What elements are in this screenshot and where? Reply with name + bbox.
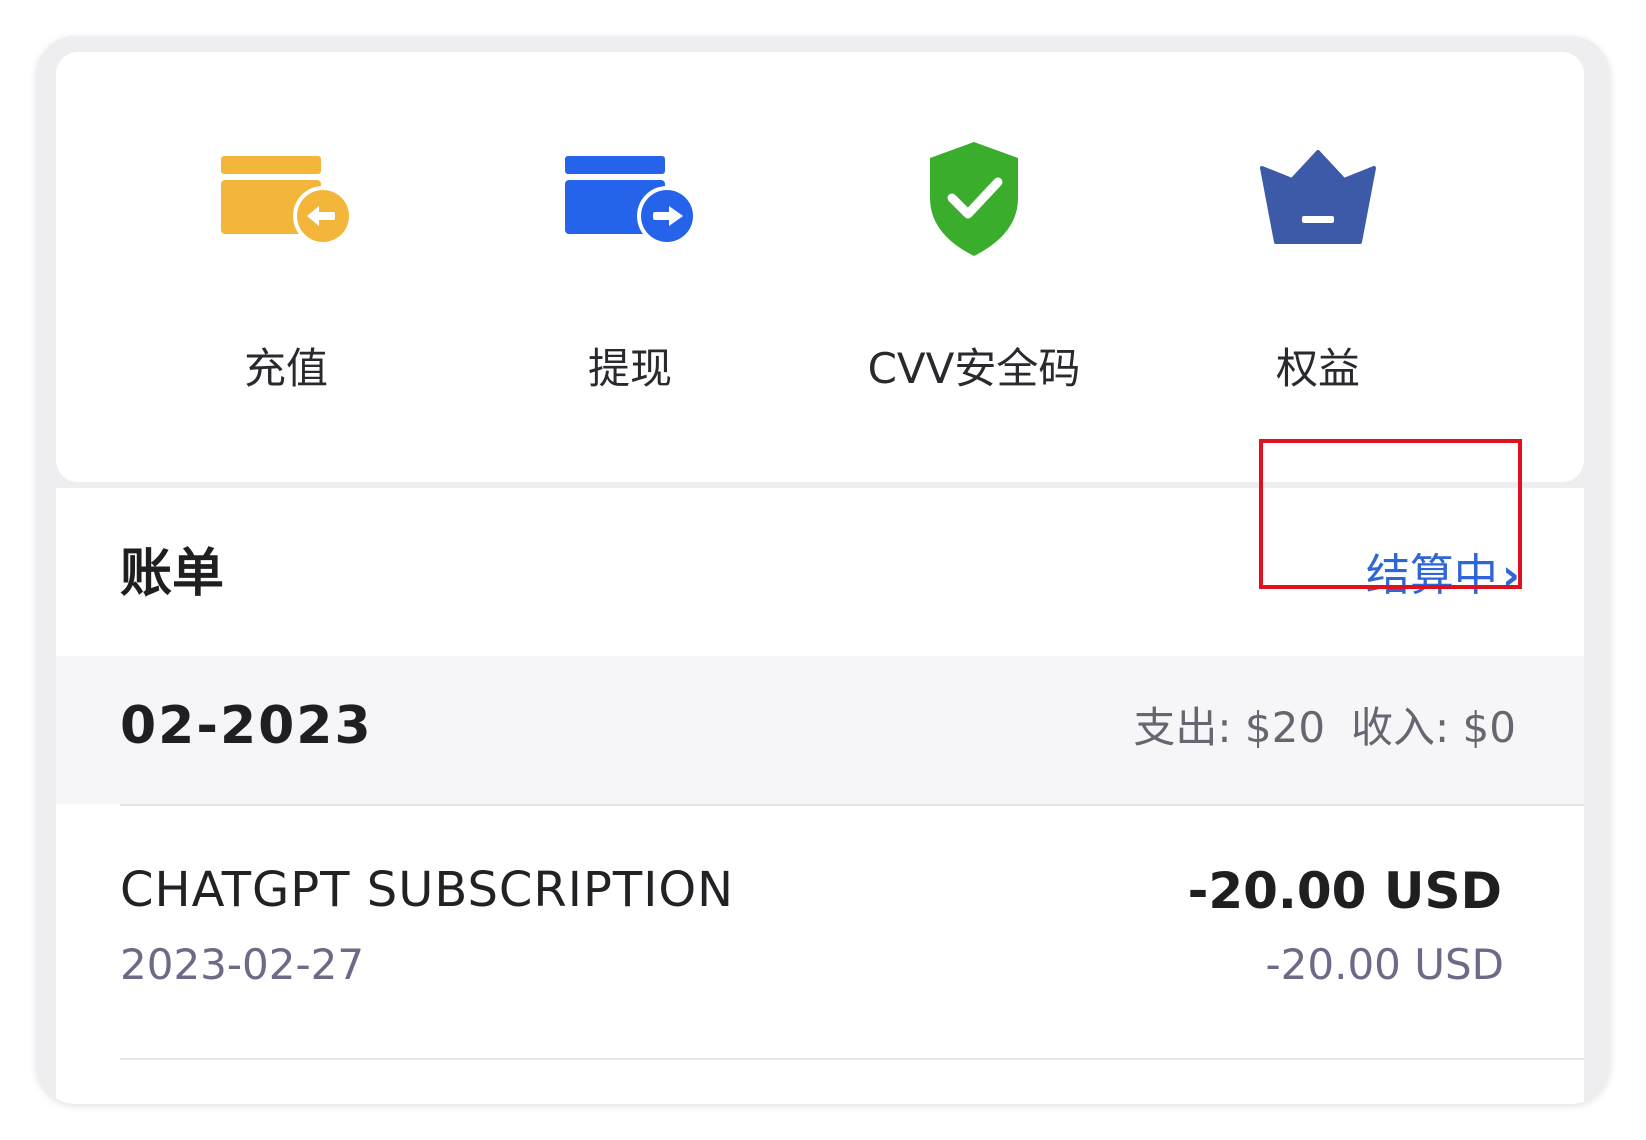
action-withdraw[interactable]: 提现 xyxy=(460,152,800,393)
crown-icon xyxy=(1258,150,1378,250)
divider xyxy=(120,1058,1584,1060)
expense-total: 支出: $20 xyxy=(1133,703,1326,752)
action-label: 提现 xyxy=(587,344,672,393)
action-label: CVV安全码 xyxy=(867,344,1081,393)
month-summary-row[interactable]: 02-2023 支出: $20 收入: $0 xyxy=(56,656,1584,804)
settling-link[interactable]: 结算中› xyxy=(1366,550,1520,602)
card-arrow-out-icon xyxy=(563,152,697,252)
income-total: 收入: $0 xyxy=(1351,703,1516,752)
settling-link-label: 结算中 xyxy=(1365,550,1498,601)
action-cvv[interactable]: CVV安全码 xyxy=(804,142,1144,393)
month-label: 02-2023 xyxy=(120,696,373,756)
transaction-amount-original: -20.00 USD xyxy=(1265,940,1505,989)
action-benefits[interactable]: 权益 xyxy=(1148,150,1488,393)
action-recharge[interactable]: 充值 xyxy=(116,152,456,393)
bill-title: 账单 xyxy=(120,544,225,604)
month-totals: 支出: $20 收入: $0 xyxy=(1133,702,1516,754)
quick-actions-card: 充值 提现 CVV安全码 权益 xyxy=(56,52,1584,482)
bill-header: 账单 结算中› xyxy=(56,488,1584,656)
chevron-right-icon: › xyxy=(1501,550,1520,601)
bill-section: 账单 结算中› 02-2023 支出: $20 收入: $0 CHATGPT SU… xyxy=(56,488,1584,1104)
action-label: 充值 xyxy=(243,344,328,393)
transaction-row[interactable]: CHATGPT SUBSCRIPTION 2023-02-27 -20.00 U… xyxy=(56,806,1584,1058)
transaction-date: 2023-02-27 xyxy=(120,940,365,989)
app-frame: 充值 提现 CVV安全码 权益 账单 结算中› 02-2023 支出: $20 … xyxy=(36,36,1610,1104)
transaction-merchant: CHATGPT SUBSCRIPTION xyxy=(120,862,735,918)
transaction-amount: -20.00 USD xyxy=(1187,862,1502,920)
shield-check-icon xyxy=(926,140,1022,262)
card-arrow-in-icon xyxy=(219,152,353,252)
action-label: 权益 xyxy=(1275,344,1360,393)
